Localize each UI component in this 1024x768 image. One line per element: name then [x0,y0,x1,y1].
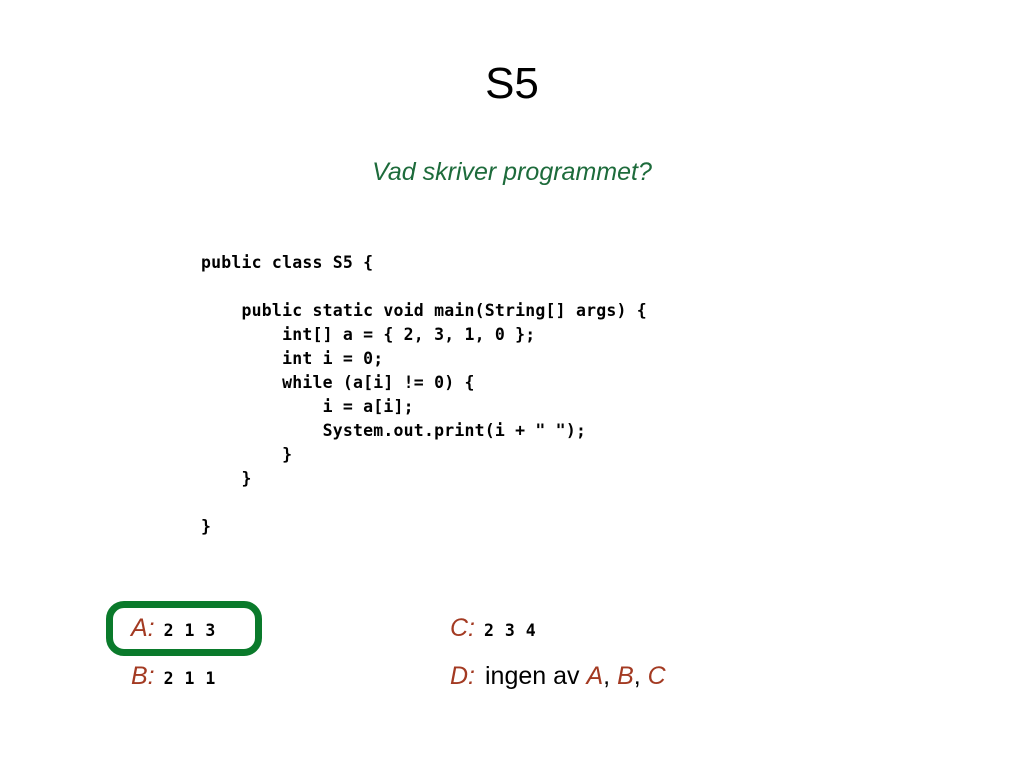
answer-option-d-ref: B [617,662,634,690]
answer-option-b-letter: B: [131,662,155,690]
slide-canvas: S5 Vad skriver programmet? public class … [0,0,1024,768]
answer-option-d-separator: , [603,662,618,690]
answer-options-group: A: 2 1 3 B: 2 1 1 C: 2 3 4 D: ingen av A… [0,0,1024,768]
answer-option-d-separator: , [633,662,648,690]
answer-option-d-ref: C [647,662,666,690]
answer-option-b-value: 2 1 1 [163,669,216,688]
answer-option-a-letter: A: [131,614,155,642]
answer-option-d-prefix: ingen av [485,662,587,690]
answer-option-b[interactable]: B: 2 1 1 [131,664,216,689]
answer-option-d-value: ingen av A, B, C [485,664,666,689]
answer-option-c[interactable]: C: 2 3 4 [450,616,536,641]
answer-option-c-value: 2 3 4 [484,621,537,640]
answer-option-c-letter: C: [450,614,475,642]
answer-option-d-letter: D: [450,662,475,690]
answer-option-a-value: 2 1 3 [163,621,216,640]
answer-option-d[interactable]: D: ingen av A, B, C [450,664,666,689]
answer-option-a[interactable]: A: 2 1 3 [131,616,216,641]
answer-option-d-ref: A [586,662,604,690]
